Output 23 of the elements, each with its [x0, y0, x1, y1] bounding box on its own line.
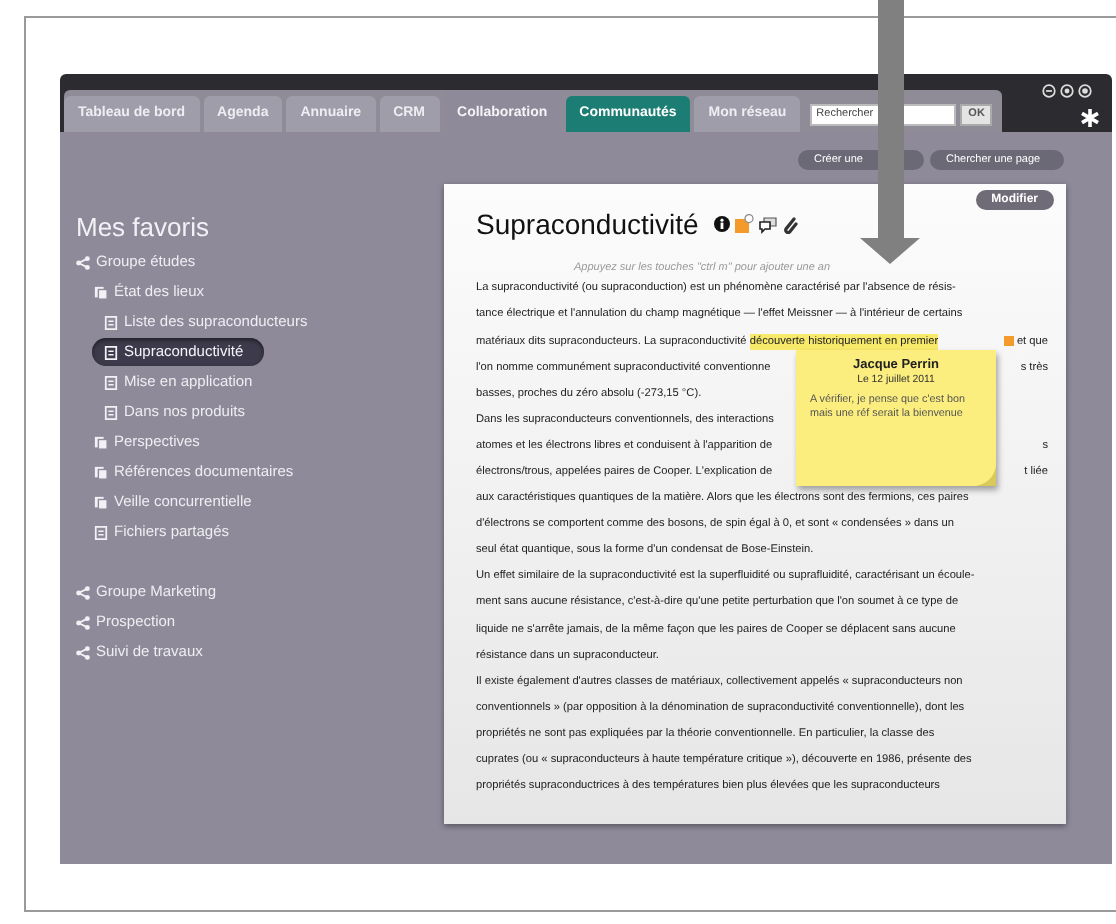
page-title: Supraconductivité — [476, 210, 699, 238]
note-marker[interactable] — [1004, 336, 1015, 347]
paperclip-icon[interactable] — [782, 215, 799, 233]
pages-icon — [94, 435, 108, 449]
page-curl-icon — [976, 466, 996, 486]
document-icon — [104, 315, 118, 329]
comment-icon[interactable] — [758, 214, 779, 234]
maximize-icon[interactable] — [1060, 84, 1074, 98]
pages-icon — [94, 465, 108, 479]
info-icon[interactable] — [714, 216, 731, 232]
document-icon — [104, 375, 118, 389]
pages-icon — [94, 285, 108, 299]
pages-icon — [94, 495, 108, 509]
sidebar-title: Mes favoris — [76, 210, 211, 246]
minimize-icon[interactable] — [1042, 84, 1056, 98]
share-icon — [76, 585, 90, 599]
share-icon — [76, 645, 90, 659]
document-icon — [104, 345, 118, 359]
asterisk-icon[interactable] — [1080, 108, 1100, 128]
document-icon — [94, 525, 108, 539]
share-icon — [76, 615, 90, 629]
document-icon — [104, 405, 118, 419]
share-icon — [76, 255, 90, 269]
